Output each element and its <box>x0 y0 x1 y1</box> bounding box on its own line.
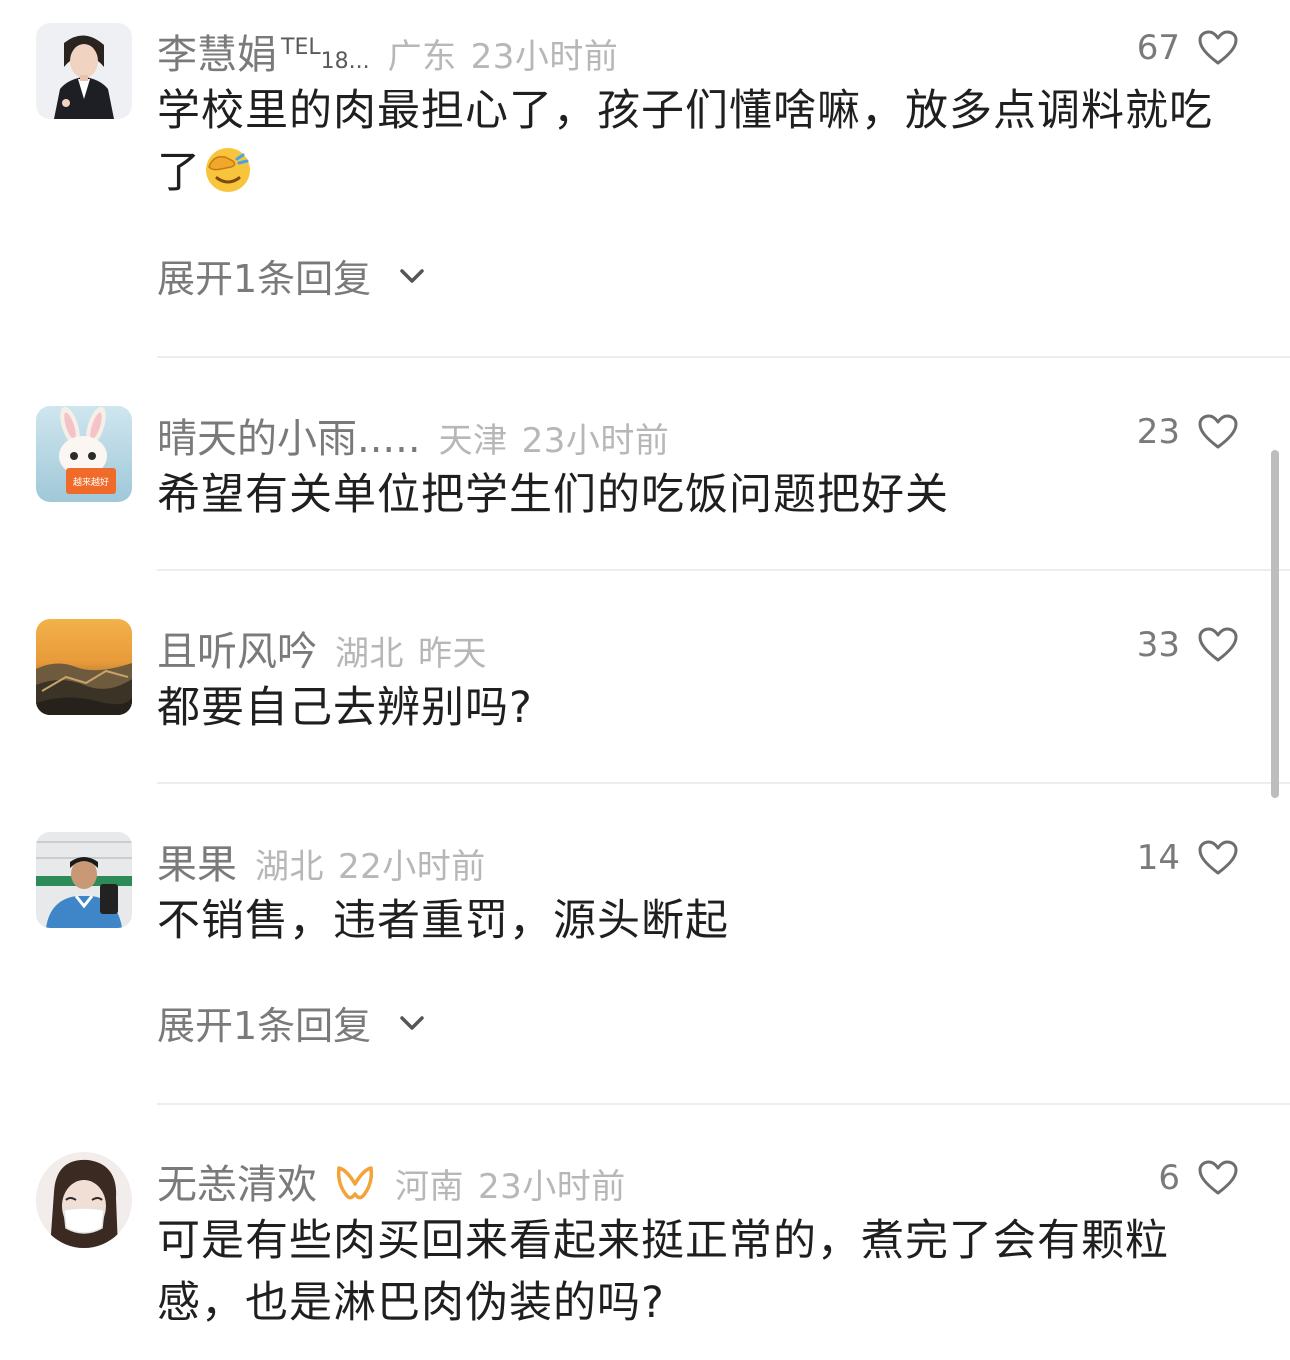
timestamp: 22小时前 <box>338 847 486 887</box>
face-with-hand-over-eyes-icon <box>206 148 250 192</box>
like-count: 67 <box>1136 28 1180 68</box>
chevron-down-icon <box>400 1015 424 1030</box>
avatar[interactable]: 越来越好 <box>36 406 132 502</box>
chevron-down-icon <box>400 268 424 283</box>
like-button[interactable]: 67 <box>1137 22 1238 74</box>
expand-replies-label: 展开1条回复 <box>157 1004 372 1048</box>
avatar-image <box>36 23 132 119</box>
timestamp: 23小时前 <box>521 421 670 461</box>
timestamp: 23小时前 <box>470 37 619 77</box>
username[interactable]: 李慧娟 <box>157 22 277 80</box>
username[interactable]: 无恙清欢 <box>157 1152 317 1210</box>
username-suffix: TEL18... <box>281 35 370 74</box>
avatar-image <box>36 1152 132 1248</box>
comment-meta: 无恙清欢 河南 23小时前 <box>157 1152 626 1208</box>
like-button[interactable]: 6 <box>1158 1152 1238 1204</box>
heart-icon <box>1198 414 1238 449</box>
avatar[interactable] <box>36 1152 132 1248</box>
divider <box>157 1103 1290 1105</box>
username[interactable]: 且听风吟 <box>157 619 317 677</box>
expand-replies-button[interactable]: 展开1条回复 <box>157 248 425 303</box>
comment-meta: 晴天的小雨..... 天津 23小时前 <box>157 406 669 462</box>
avatar[interactable] <box>36 832 132 928</box>
location: 天津 <box>438 421 508 461</box>
avatar[interactable] <box>36 23 132 119</box>
heart-icon <box>1198 1160 1238 1195</box>
comment-text: 都要自己去辨别吗? <box>157 683 533 733</box>
location: 湖北 <box>335 634 404 674</box>
like-button[interactable]: 14 <box>1137 832 1238 884</box>
divider <box>157 782 1290 784</box>
heart-icon <box>1198 840 1238 875</box>
heart-icon <box>1198 627 1238 662</box>
comment-meta: 果果 湖北 22小时前 <box>157 832 486 888</box>
scrollbar[interactable] <box>1271 450 1279 798</box>
heart-icon <box>1198 30 1238 65</box>
location: 河南 <box>395 1167 464 1207</box>
comment-meta: 且听风吟 湖北 昨天 <box>157 619 487 675</box>
like-count: 23 <box>1136 412 1180 452</box>
svg-text:越来越好: 越来越好 <box>73 476 109 488</box>
like-count: 6 <box>1158 1158 1180 1198</box>
username[interactable]: 晴天的小雨..... <box>157 406 421 464</box>
avatar-image <box>36 619 132 715</box>
expand-replies-label: 展开1条回复 <box>157 257 372 301</box>
avatar-image <box>36 832 132 928</box>
timestamp: 23小时前 <box>478 1167 626 1207</box>
like-count: 14 <box>1136 838 1180 878</box>
comment-text: 不销售，违者重罚，源头断起 <box>157 896 729 946</box>
comment-text: 希望有关单位把学生们的吃饭问题把好关 <box>157 470 949 520</box>
like-button[interactable]: 23 <box>1137 406 1238 458</box>
like-button[interactable]: 33 <box>1137 619 1238 671</box>
like-count: 33 <box>1136 625 1180 665</box>
location: 广东 <box>387 37 457 77</box>
timestamp: 昨天 <box>418 634 487 674</box>
avatar[interactable] <box>36 619 132 715</box>
vip-badge-icon <box>336 1166 374 1200</box>
comment-meta: 李慧娟 TEL18... 广东 23小时前 <box>157 22 618 78</box>
expand-replies-button[interactable]: 展开1条回复 <box>157 995 425 1050</box>
location: 湖北 <box>255 847 324 887</box>
divider <box>157 356 1290 358</box>
comment-text: 可是有些肉买回来看起来挺正常的，煮完了会有颗粒感，也是淋巴肉伪装的吗? <box>157 1216 1169 1328</box>
comment-text: 学校里的肉最担心了，孩子们懂啥嘛，放多点调料就吃了 <box>157 86 1213 198</box>
username[interactable]: 果果 <box>157 832 237 890</box>
avatar-image: 越来越好 <box>36 406 132 502</box>
divider <box>157 569 1290 571</box>
